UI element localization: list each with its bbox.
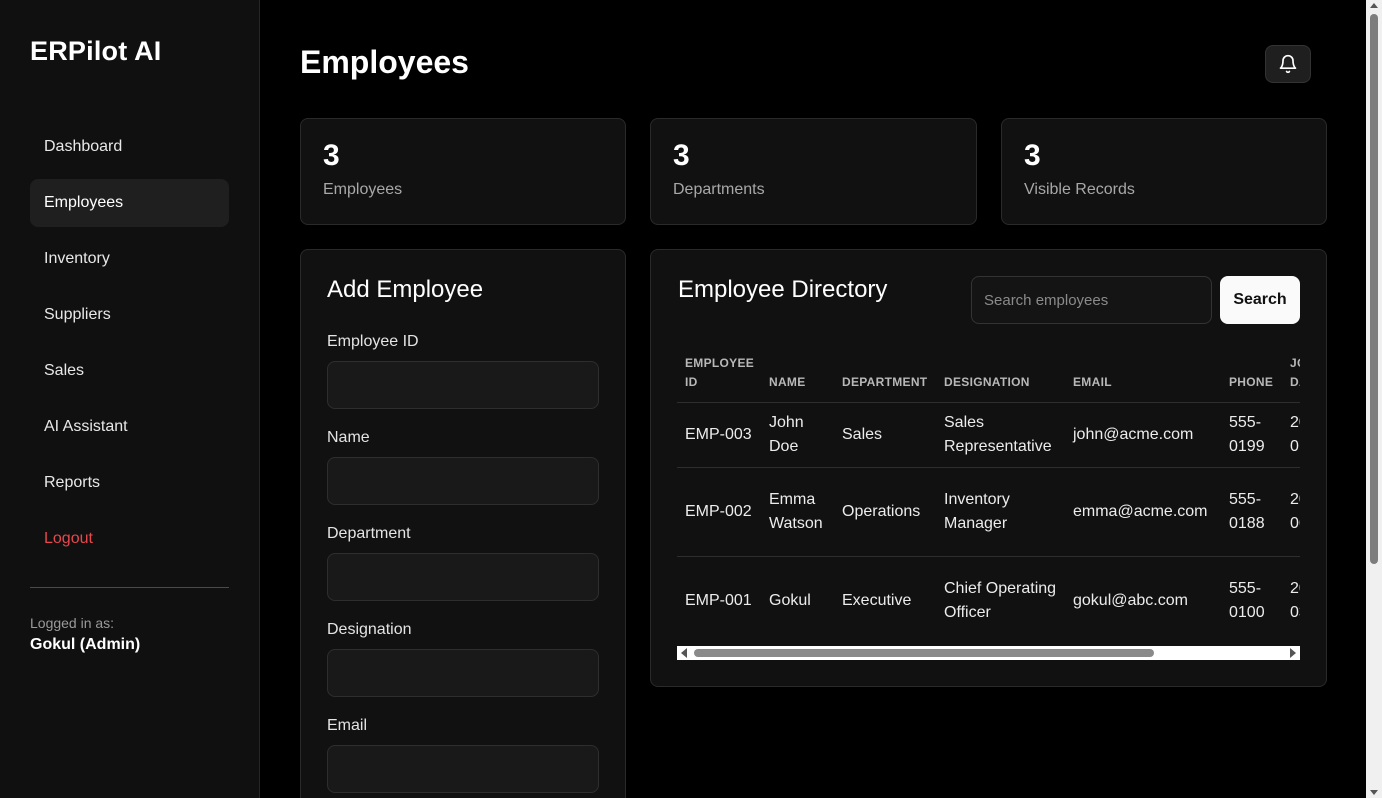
designation-label: Designation <box>327 621 412 638</box>
scrollbar-thumb[interactable] <box>694 649 1154 657</box>
column-header[interactable]: DESIGNATION <box>936 346 1065 403</box>
name-label: Name <box>327 429 370 446</box>
designation-input[interactable] <box>327 649 599 697</box>
employee-id-label: Employee ID <box>327 333 419 350</box>
table-cell: 2023-06-20 <box>1282 467 1300 557</box>
search-button[interactable]: Search <box>1220 276 1300 324</box>
sidebar-divider <box>30 587 229 588</box>
table-cell: Inventory Manager <box>936 467 1065 557</box>
department-input[interactable] <box>327 553 599 601</box>
stat-label: Visible Records <box>1024 181 1135 198</box>
sidebar-nav: Dashboard Employees Inventory Suppliers … <box>30 123 229 571</box>
table-cell: 2022-03-01 <box>1290 579 1300 621</box>
sidebar-item-sales[interactable]: Sales <box>30 347 229 395</box>
sidebar-item-ai-assistant[interactable]: AI Assistant <box>30 403 229 451</box>
employee-directory-panel: Employee Directory Search EMPLOYEE ID NA… <box>650 249 1327 687</box>
table-cell: Executive <box>842 591 912 609</box>
search-input[interactable] <box>971 276 1212 324</box>
column-header[interactable]: DEPARTMENT <box>834 346 936 403</box>
employee-table-scroll[interactable]: EMPLOYEE ID NAME DEPARTMENT DESIGNATION … <box>677 346 1300 646</box>
stat-card-departments: 3 Departments <box>650 118 977 225</box>
employee-id-input[interactable] <box>327 361 599 409</box>
sidebar-item-suppliers[interactable]: Suppliers <box>30 291 229 339</box>
add-employee-title: Add Employee <box>327 276 484 303</box>
sidebar-item-inventory[interactable]: Inventory <box>30 235 229 283</box>
scroll-up-icon[interactable] <box>1370 3 1378 8</box>
stat-value: 3 <box>1024 139 1041 172</box>
table-cell: john@acme.com <box>1065 402 1221 468</box>
email-input[interactable] <box>327 745 599 793</box>
bell-icon <box>1279 54 1297 74</box>
column-header[interactable]: NAME <box>761 346 834 403</box>
table-cell: Operations <box>834 467 936 557</box>
page-vertical-scrollbar[interactable] <box>1366 0 1382 798</box>
column-header[interactable]: PHONE <box>1221 346 1282 403</box>
stat-value: 3 <box>323 139 340 172</box>
table-cell: EMP-002 <box>677 467 761 557</box>
table-cell: EMP-001 <box>685 591 752 609</box>
column-header[interactable]: JOINED DATE <box>1282 346 1300 403</box>
add-employee-panel: Add Employee Employee ID Name Department… <box>300 249 626 798</box>
stat-label: Departments <box>673 181 765 198</box>
stat-card-employees: 3 Employees <box>300 118 626 225</box>
sidebar-item-employees[interactable]: Employees <box>30 179 229 227</box>
employee-table: EMPLOYEE ID NAME DEPARTMENT DESIGNATION … <box>677 346 1300 645</box>
name-input[interactable] <box>327 457 599 505</box>
table-cell: Emma Watson <box>761 467 834 557</box>
employee-directory-title: Employee Directory <box>678 276 888 303</box>
stat-label: Employees <box>323 181 403 198</box>
logged-in-label: Logged in as: <box>30 615 115 631</box>
scrollbar-thumb[interactable] <box>1370 14 1378 564</box>
email-label: Email <box>327 717 368 734</box>
page-title: Employees <box>300 44 469 80</box>
logged-in-user: Gokul (Admin) <box>30 636 141 653</box>
sidebar: ERPilot AI Dashboard Employees Inventory… <box>0 0 260 798</box>
stat-card-visible-records: 3 Visible Records <box>1001 118 1327 225</box>
table-row[interactable]: EMP-001 Gokul Executive Chief Operating … <box>677 556 1300 645</box>
app-root: ERPilot AI Dashboard Employees Inventory… <box>0 0 1382 798</box>
sidebar-item-reports[interactable]: Reports <box>30 459 229 507</box>
table-cell: emma@acme.com <box>1065 467 1221 557</box>
table-cell: 555-0199 <box>1221 402 1282 468</box>
table-row[interactable]: EMP-003 John Doe Sales Sales Representat… <box>677 402 1300 468</box>
table-cell: 555-0100 <box>1229 579 1265 621</box>
table-cell: EMP-003 <box>677 402 761 468</box>
department-label: Department <box>327 525 411 542</box>
table-header-row: EMPLOYEE ID NAME DEPARTMENT DESIGNATION … <box>677 346 1300 403</box>
table-cell: 2024-01-15 <box>1282 402 1300 468</box>
column-header[interactable]: EMAIL <box>1065 346 1221 403</box>
table-horizontal-scrollbar[interactable] <box>677 646 1300 660</box>
table-cell: Chief Operating Officer <box>944 579 1057 621</box>
table-row[interactable]: EMP-002 Emma Watson Operations Inventory… <box>677 467 1300 557</box>
sidebar-item-dashboard[interactable]: Dashboard <box>30 123 229 171</box>
logout-link[interactable]: Logout <box>30 515 229 563</box>
table-cell: Sales <box>834 402 936 468</box>
scroll-left-icon[interactable] <box>681 648 687 658</box>
table-cell: Sales Representative <box>936 402 1065 468</box>
table-cell: 555-0188 <box>1221 467 1282 557</box>
stat-value: 3 <box>673 139 690 172</box>
column-header[interactable]: EMPLOYEE ID <box>677 346 761 403</box>
table-cell: Gokul <box>769 591 811 609</box>
scroll-down-icon[interactable] <box>1370 790 1378 795</box>
brand-logo: ERPilot AI <box>30 36 162 66</box>
table-cell: gokul@abc.com <box>1073 591 1188 609</box>
table-cell: John Doe <box>761 402 834 468</box>
notifications-button[interactable] <box>1265 45 1311 83</box>
scroll-right-icon[interactable] <box>1290 648 1296 658</box>
